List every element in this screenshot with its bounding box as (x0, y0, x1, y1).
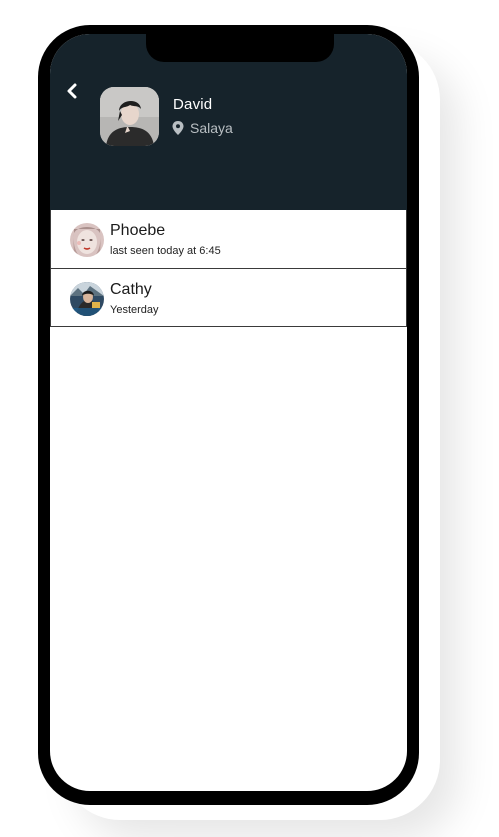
chat-item-cathy[interactable]: Cathy Yesterday (50, 269, 407, 327)
map-pin-icon (172, 121, 184, 135)
chat-avatar-image (70, 223, 104, 257)
profile-location-label: Salaya (190, 120, 233, 136)
profile-avatar[interactable] (100, 87, 159, 146)
chat-name: Phoebe (110, 222, 166, 239)
chat-list: Phoebe last seen today at 6:45 Cathy Yes… (50, 210, 407, 327)
chevron-left-icon (67, 83, 77, 99)
canvas: David Salaya Phoebe last seen today at 6… (0, 0, 499, 837)
phone-notch (146, 34, 334, 62)
chat-name: Cathy (110, 281, 152, 298)
phone-frame: David Salaya Phoebe last seen today at 6… (38, 25, 419, 805)
chat-avatar (70, 223, 104, 257)
profile-name: David (173, 96, 213, 113)
chat-avatar (70, 282, 104, 316)
back-button[interactable] (62, 80, 84, 102)
phone-screen: David Salaya Phoebe last seen today at 6… (50, 34, 407, 791)
chat-item-phoebe[interactable]: Phoebe last seen today at 6:45 (50, 210, 407, 269)
chat-avatar-image (70, 282, 104, 316)
chat-last-seen: Yesterday (110, 304, 159, 316)
profile-location: Salaya (172, 120, 233, 136)
chat-last-seen: last seen today at 6:45 (110, 245, 221, 257)
profile-avatar-image (100, 87, 159, 146)
